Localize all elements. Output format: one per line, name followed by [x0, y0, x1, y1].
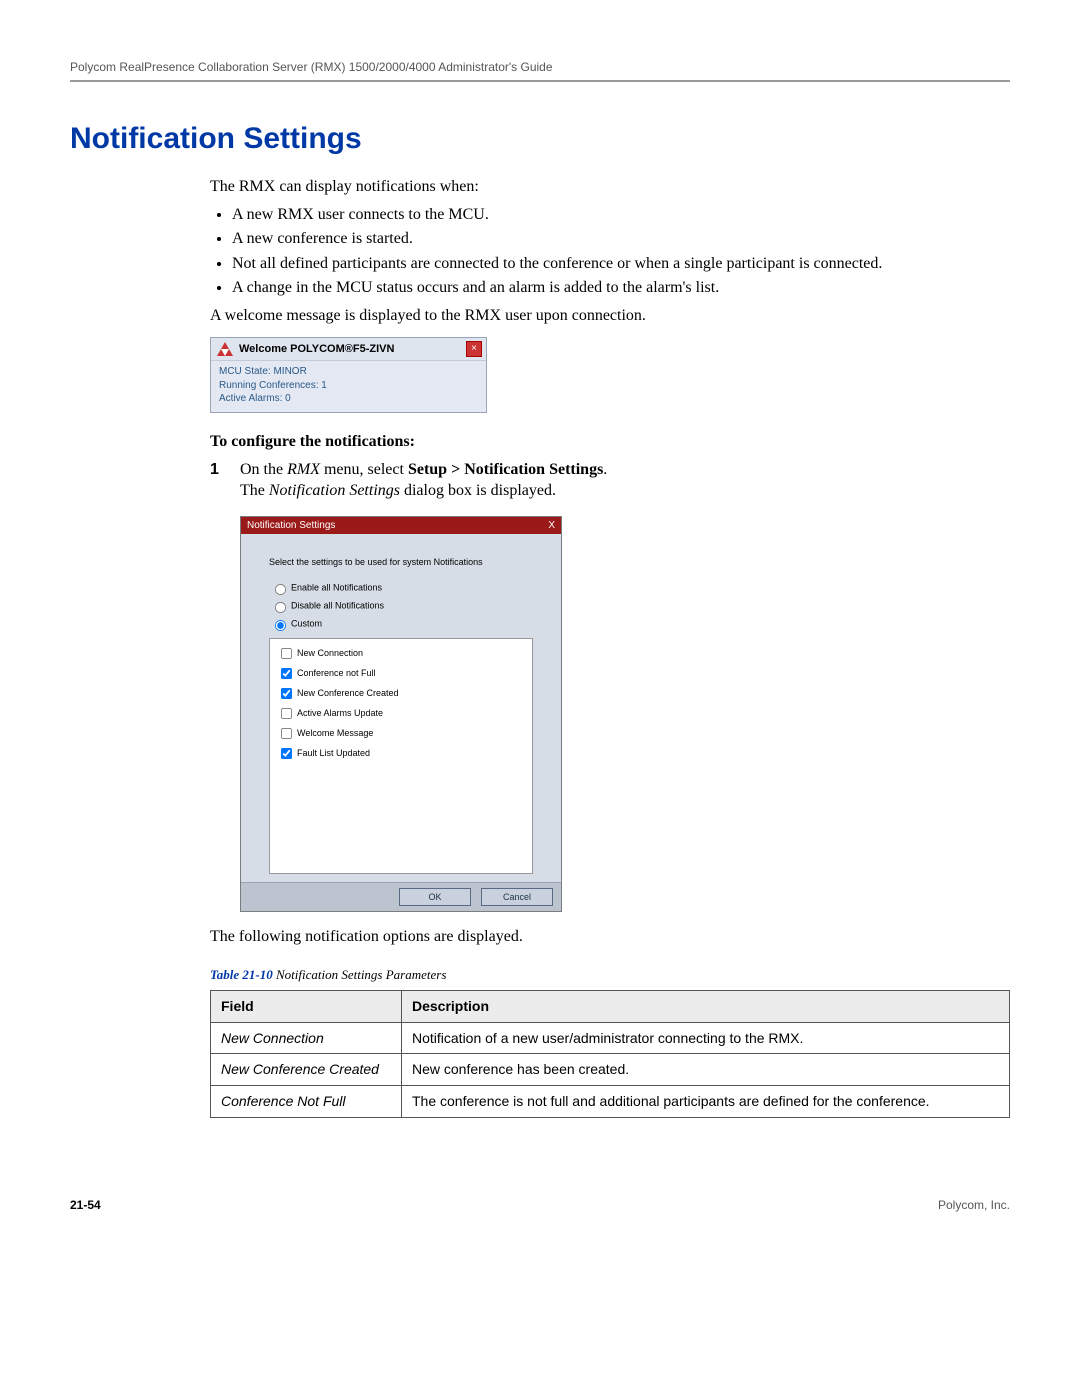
ok-button[interactable]: OK: [399, 888, 471, 906]
welcome-conf: Running Conferences: 1: [219, 379, 478, 393]
dialog-title: Notification Settings: [247, 519, 335, 533]
cell-desc: Notification of a new user/administrator…: [402, 1022, 1010, 1054]
check-welcome-message[interactable]: [281, 728, 292, 739]
cancel-button[interactable]: Cancel: [481, 888, 553, 906]
check-label: Active Alarms Update: [297, 708, 383, 718]
check-fault-list-updated[interactable]: [281, 748, 292, 759]
cell-desc: New conference has been created.: [402, 1054, 1010, 1086]
welcome-state: MCU State: MINOR: [219, 365, 478, 379]
dialog-instruction: Select the settings to be used for syste…: [269, 556, 533, 568]
check-active-alarms-update[interactable]: [281, 708, 292, 719]
cell-field: New Conference Created: [211, 1054, 402, 1086]
intro-bullet: Not all defined participants are connect…: [232, 253, 1010, 275]
cell-field: New Connection: [211, 1022, 402, 1054]
procedure-step: 1 On the RMX menu, select Setup > Notifi…: [210, 459, 1010, 502]
cell-field: Conference Not Full: [211, 1086, 402, 1118]
col-field: Field: [211, 990, 402, 1022]
post-dialog-text: The following notification options are d…: [210, 926, 1010, 948]
table-caption: Table 21-10 Notification Settings Parame…: [210, 966, 1010, 984]
intro-bullet: A new conference is started.: [232, 228, 1010, 250]
intro-lead: The RMX can display notifications when:: [210, 176, 1010, 198]
welcome-title-text: Welcome POLYCOM®F5-ZIVN: [239, 342, 394, 357]
step-text-after: .: [603, 461, 607, 478]
table-row: New Conference Created New conference ha…: [211, 1054, 1010, 1086]
intro-bullet: A change in the MCU status occurs and an…: [232, 277, 1010, 299]
notification-checklist: New Connection Conference not Full New C…: [269, 638, 533, 874]
dialog-close-icon[interactable]: X: [548, 519, 555, 533]
intro-bullet: A new RMX user connects to the MCU.: [232, 204, 1010, 226]
notification-settings-table: Field Description New Connection Notific…: [210, 990, 1010, 1119]
menu-path: Setup > Notification Settings: [408, 461, 603, 478]
check-new-conference-created[interactable]: [281, 688, 292, 699]
radio-enable-all[interactable]: [275, 584, 286, 595]
check-label: Welcome Message: [297, 728, 373, 738]
step-text-pre: On the: [240, 461, 287, 478]
col-description: Description: [402, 990, 1010, 1022]
procedure-heading: To configure the notifications:: [210, 431, 1010, 453]
menu-app-name: RMX: [287, 461, 320, 478]
welcome-alarms: Active Alarms: 0: [219, 392, 478, 406]
page-title: Notification Settings: [70, 122, 1010, 156]
radio-enable-label: Enable all Notifications: [291, 583, 382, 593]
check-label: Fault List Updated: [297, 748, 370, 758]
intro-after: A welcome message is displayed to the RM…: [210, 305, 1010, 327]
radio-disable-label: Disable all Notifications: [291, 601, 384, 611]
table-number: Table 21-10: [210, 967, 273, 982]
notification-settings-dialog: Notification Settings X Select the setti…: [240, 516, 562, 913]
welcome-popup: Welcome POLYCOM®F5-ZIVN × MCU State: MIN…: [210, 337, 487, 413]
check-new-connection[interactable]: [281, 648, 292, 659]
radio-disable-all[interactable]: [275, 602, 286, 613]
result-dialog-name: Notification Settings: [269, 482, 400, 499]
result-after: dialog box is displayed.: [400, 482, 556, 499]
running-header: Polycom RealPresence Collaboration Serve…: [70, 60, 1010, 82]
table-name: Notification Settings Parameters: [273, 967, 447, 982]
step-text-mid: menu, select: [320, 461, 408, 478]
company-name: Polycom, Inc.: [938, 1198, 1010, 1212]
check-conference-not-full[interactable]: [281, 668, 292, 679]
check-label: New Conference Created: [297, 688, 399, 698]
check-label: New Connection: [297, 648, 363, 658]
result-pre: The: [240, 482, 269, 499]
check-label: Conference not Full: [297, 668, 376, 678]
table-row: Conference Not Full The conference is no…: [211, 1086, 1010, 1118]
radio-custom[interactable]: [275, 620, 286, 631]
page-number: 21-54: [70, 1198, 101, 1212]
step-number: 1: [210, 459, 226, 502]
table-row: New Connection Notification of a new use…: [211, 1022, 1010, 1054]
cell-desc: The conference is not full and additiona…: [402, 1086, 1010, 1118]
close-icon[interactable]: ×: [466, 341, 482, 357]
radio-custom-label: Custom: [291, 619, 322, 629]
polycom-logo-icon: [217, 342, 233, 356]
intro-bullets: A new RMX user connects to the MCU. A ne…: [232, 204, 1010, 299]
